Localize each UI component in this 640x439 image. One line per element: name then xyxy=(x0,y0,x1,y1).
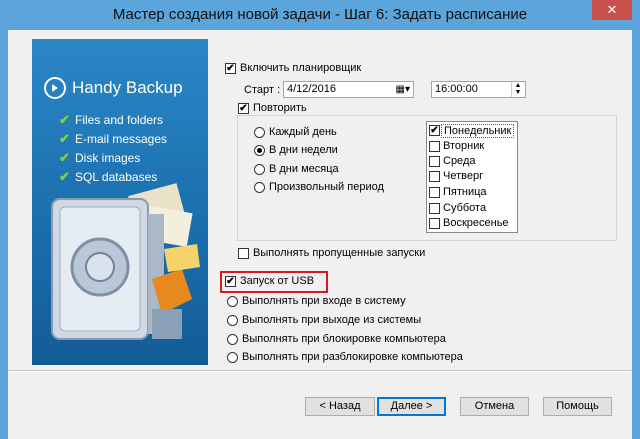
weekday-item-friday[interactable]: Пятница xyxy=(429,185,515,200)
cancel-button[interactable]: Отмена xyxy=(460,397,529,416)
radio-on-login-label: Выполнять при входе в систему xyxy=(242,295,406,307)
radio-on-unlock-label: Выполнять при разблокировке компьютера xyxy=(242,351,463,363)
radio-on-logout-label: Выполнять при выходе из системы xyxy=(242,314,422,326)
weekday-label: Пятница xyxy=(443,186,487,198)
time-spinner-icon[interactable]: ▲ ▼ xyxy=(511,82,524,97)
repeat-checkbox[interactable]: ✔ xyxy=(238,103,249,114)
radio-custom-period-label: Произвольный период xyxy=(269,181,384,193)
radio-weekdays[interactable] xyxy=(254,145,265,156)
radio-on-login[interactable] xyxy=(227,296,238,307)
radio-monthdays[interactable] xyxy=(254,164,265,175)
weekday-list[interactable]: ✔ Понедельник Вторник Среда Четверг Пятн… xyxy=(426,121,518,233)
weekday-label: Воскресенье xyxy=(443,217,509,229)
weekday-checkbox[interactable] xyxy=(429,218,440,229)
next-button[interactable]: Далее > xyxy=(377,397,446,416)
weekday-item-wednesday[interactable]: Среда xyxy=(429,154,515,169)
title-bar[interactable]: Мастер создания новой задачи - Шаг 6: За… xyxy=(0,0,640,30)
weekday-checkbox[interactable]: ✔ xyxy=(429,125,440,136)
calendar-dropdown-icon[interactable]: ▦▾ xyxy=(396,82,410,97)
radio-weekdays-label: В дни недели xyxy=(269,144,338,156)
product-banner: Handy Backup ✔ Files and folders ✔ E-mai… xyxy=(32,39,208,365)
start-date-picker[interactable]: 4/12/2016 ▦▾ xyxy=(283,81,414,98)
footer-divider xyxy=(8,370,632,372)
weekday-checkbox[interactable] xyxy=(429,156,440,167)
enable-scheduler-label: Включить планировщик xyxy=(240,62,362,74)
radio-on-logout[interactable] xyxy=(227,315,238,326)
weekday-item-saturday[interactable]: Суббота xyxy=(429,201,515,216)
radio-on-lock-label: Выполнять при блокировке компьютера xyxy=(242,333,446,345)
start-time-field[interactable]: 16:00:00 ▲ ▼ xyxy=(431,81,526,98)
radio-on-lock[interactable] xyxy=(227,334,238,345)
weekday-label: Вторник xyxy=(443,140,485,152)
safe-illustration xyxy=(51,183,200,340)
weekday-item-tuesday[interactable]: Вторник xyxy=(429,139,515,154)
weekday-checkbox[interactable] xyxy=(429,141,440,152)
usb-launch-checkbox[interactable]: ✔ xyxy=(225,276,236,287)
window-title: Мастер создания новой задачи - Шаг 6: За… xyxy=(112,6,528,23)
radio-daily[interactable] xyxy=(254,127,265,138)
radio-monthdays-label: В дни месяца xyxy=(269,163,339,175)
weekday-item-thursday[interactable]: Четверг xyxy=(429,169,515,184)
close-button[interactable]: ✕ xyxy=(592,0,632,20)
wizard-client-area: Handy Backup ✔ Files and folders ✔ E-mai… xyxy=(8,30,632,439)
help-button[interactable]: Помощь xyxy=(543,397,612,416)
weekday-label: Суббота xyxy=(443,202,487,214)
back-button[interactable]: < Назад xyxy=(305,397,375,416)
radio-daily-label: Каждый день xyxy=(269,126,337,138)
weekday-checkbox[interactable] xyxy=(429,187,440,198)
usb-launch-label: Запуск от USB xyxy=(240,275,315,287)
radio-custom-period[interactable] xyxy=(254,182,265,193)
weekday-checkbox[interactable] xyxy=(429,203,440,214)
weekday-label: Четверг xyxy=(443,170,484,182)
start-time-value: 16:00:00 xyxy=(435,83,478,95)
run-missed-checkbox[interactable] xyxy=(238,248,249,259)
weekday-item-sunday[interactable]: Воскресенье xyxy=(429,216,515,231)
enable-scheduler-checkbox[interactable]: ✔ xyxy=(225,63,236,74)
weekday-label: Понедельник xyxy=(441,124,515,138)
run-missed-label: Выполнять пропущенные запуски xyxy=(253,247,426,259)
wizard-window: Мастер создания новой задачи - Шаг 6: За… xyxy=(0,0,640,439)
start-label: Старт : xyxy=(244,84,281,96)
weekday-item-monday[interactable]: ✔ Понедельник xyxy=(429,123,515,138)
radio-on-unlock[interactable] xyxy=(227,352,238,363)
start-date-value: 4/12/2016 xyxy=(287,83,336,95)
repeat-label: Повторить xyxy=(253,102,307,114)
weekday-label: Среда xyxy=(443,155,476,167)
weekday-checkbox[interactable] xyxy=(429,171,440,182)
